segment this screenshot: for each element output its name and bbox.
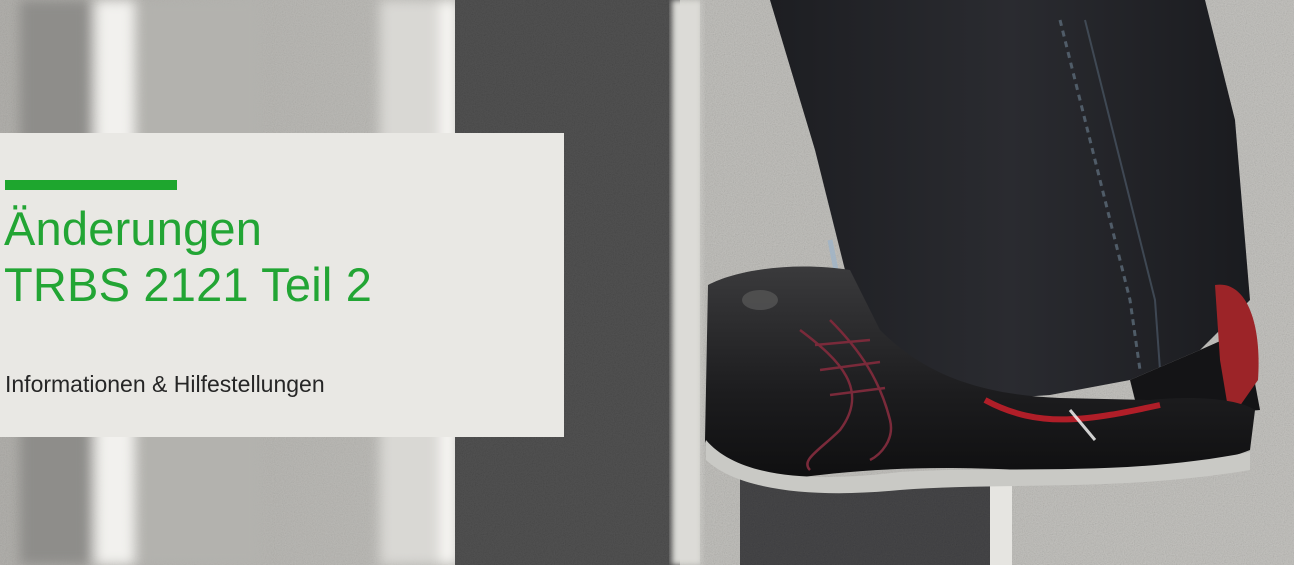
title-line-1: Änderungen	[4, 202, 263, 255]
page-title: Änderungen TRBS 2121 Teil 2	[4, 201, 372, 313]
subtitle: Informationen & Hilfestellungen	[5, 371, 325, 397]
hero-banner: Änderungen TRBS 2121 Teil 2 Informatione…	[0, 0, 1294, 565]
title-line-2: TRBS 2121 Teil 2	[4, 258, 373, 311]
accent-bar	[5, 180, 177, 190]
title-card: Änderungen TRBS 2121 Teil 2 Informatione…	[0, 133, 564, 437]
